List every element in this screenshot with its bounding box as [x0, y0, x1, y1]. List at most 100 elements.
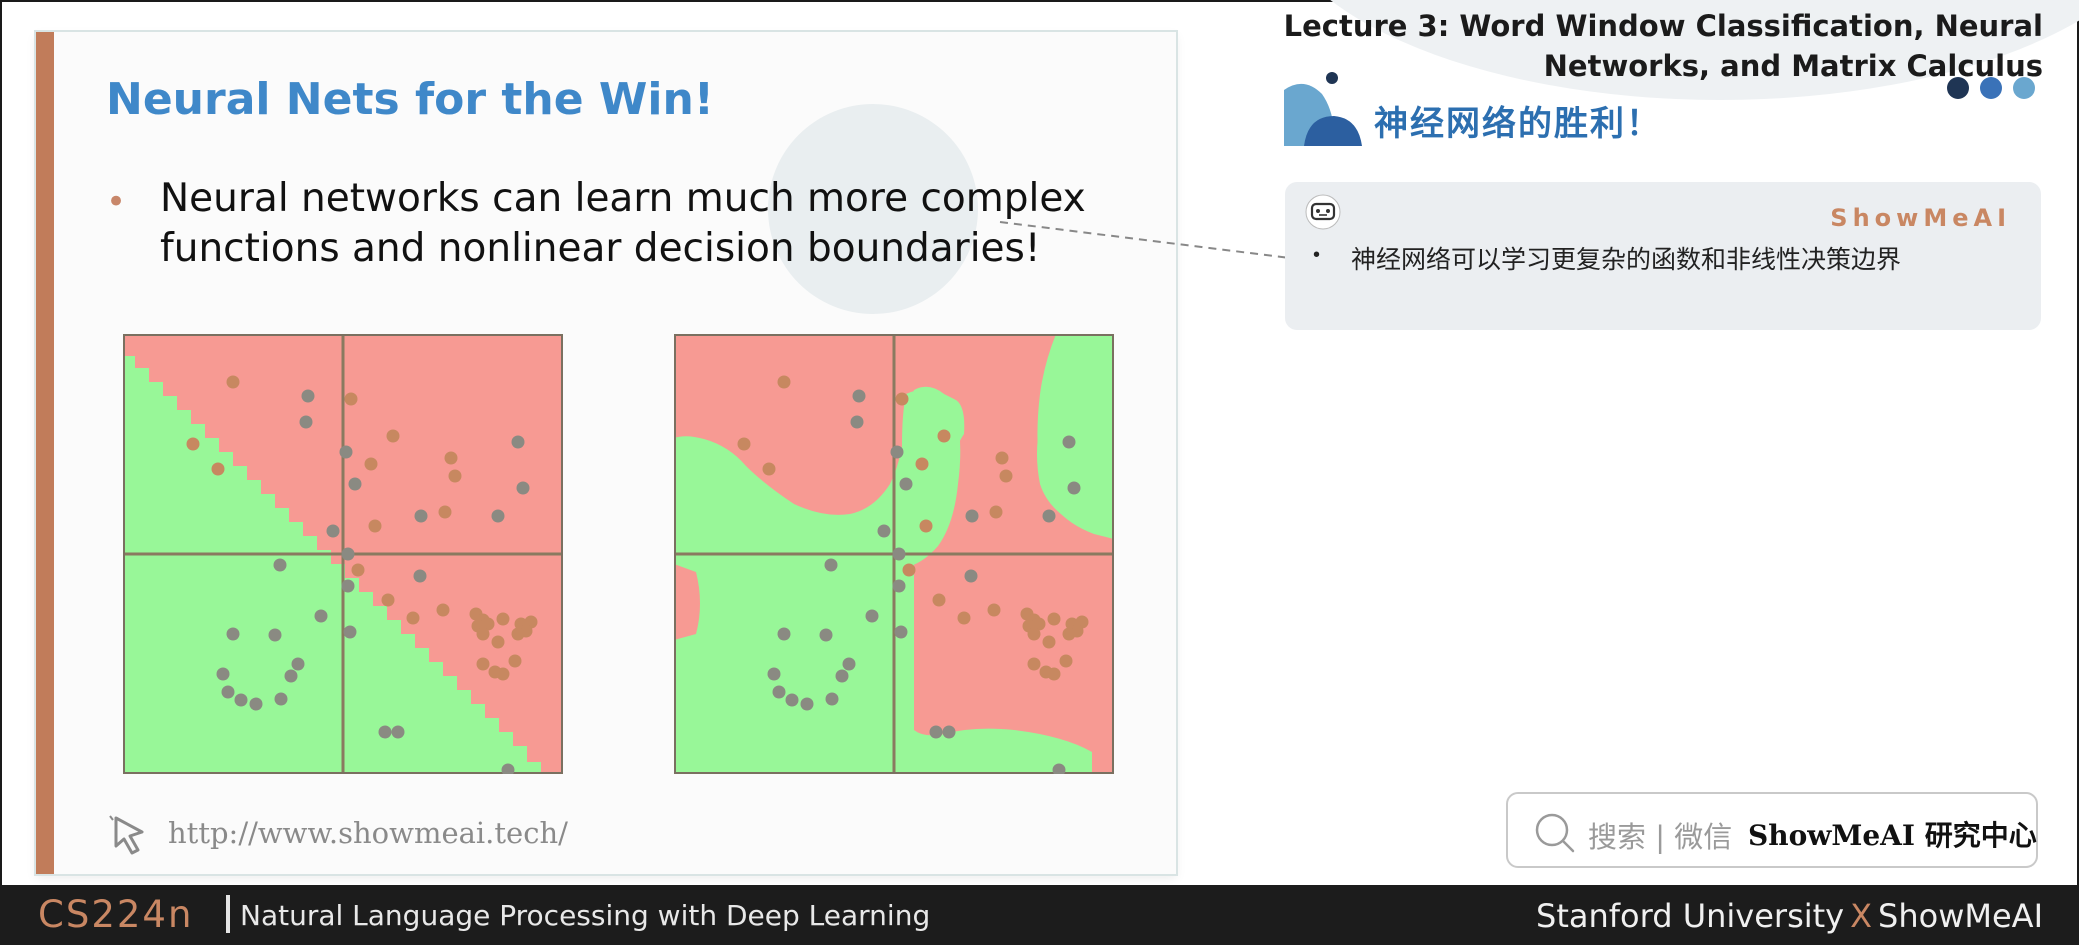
search-brand: ShowMeAI 研究中心 — [1748, 819, 2037, 852]
search-icon — [1535, 813, 1575, 853]
data-point-gray — [249, 697, 263, 711]
header-dot — [1980, 77, 2002, 99]
data-point-orange — [1027, 657, 1041, 671]
data-point-orange — [737, 437, 751, 451]
data-point-orange — [902, 563, 916, 577]
data-point-gray — [348, 477, 362, 491]
lecture-title: Lecture 3: Word Window Classification, N… — [1284, 6, 2043, 86]
data-point-gray — [819, 628, 833, 642]
data-point-gray — [899, 477, 913, 491]
bullet-text: Neural networks can learn much more comp… — [160, 176, 1086, 271]
partner-showmeai: ShowMeAI — [1878, 897, 2043, 935]
linear-boundary-plot — [123, 334, 563, 774]
data-point-orange — [932, 593, 946, 607]
data-point-orange — [1027, 627, 1041, 641]
section-title: 神经网络的胜利！ — [1374, 104, 1662, 144]
data-point-orange — [368, 519, 382, 533]
data-point-gray — [850, 415, 864, 429]
data-point-orange — [364, 457, 378, 471]
source-url[interactable]: http://www.showmeai.tech/ — [168, 816, 568, 850]
data-point-orange — [957, 611, 971, 625]
data-point-gray — [865, 609, 879, 623]
data-point-orange — [438, 505, 452, 519]
data-point-gray — [964, 569, 978, 583]
data-point-gray — [341, 547, 355, 561]
data-point-gray — [291, 657, 305, 671]
search-hint: 搜索 | 微信 — [1588, 820, 1733, 854]
data-point-orange — [511, 627, 525, 641]
footer-bar: CS224n Natural Language Processing with … — [0, 885, 2079, 945]
data-point-orange — [989, 505, 1003, 519]
data-point-orange — [937, 429, 951, 443]
data-point-gray — [378, 725, 392, 739]
data-point-gray — [1042, 509, 1056, 523]
data-point-gray — [890, 445, 904, 459]
data-point-gray — [284, 669, 298, 683]
data-point-gray — [268, 628, 282, 642]
data-point-gray — [339, 445, 353, 459]
data-point-orange — [186, 437, 200, 451]
data-point-orange — [476, 657, 490, 671]
lecture-title-line1: Lecture 3: Word Window Classification, N… — [1283, 9, 2043, 43]
data-point-orange — [762, 462, 776, 476]
data-point-orange — [895, 392, 909, 406]
data-point-orange — [915, 457, 929, 471]
red-sliver-left — [674, 564, 700, 640]
data-point-orange — [226, 375, 240, 389]
data-point-orange — [1047, 612, 1061, 626]
data-point-gray — [965, 509, 979, 523]
data-point-gray — [852, 389, 866, 403]
data-point-orange — [444, 451, 458, 465]
wechat-search-box[interactable]: 搜索 | 微信 ShowMeAI 研究中心 — [1506, 792, 2038, 868]
robot-face-icon — [1305, 194, 1341, 230]
course-code: CS224n — [38, 893, 194, 936]
lecture-title-line2: Networks, and Matrix Calculus — [1543, 49, 2043, 83]
data-point-gray — [942, 725, 956, 739]
partner-stanford: Stanford University — [1536, 897, 1845, 935]
data-point-orange — [448, 469, 462, 483]
data-point-gray — [516, 481, 530, 495]
data-point-gray — [894, 625, 908, 639]
note-bullet-marker: • — [1313, 244, 1321, 266]
data-point-gray — [274, 692, 288, 706]
slide-title: Neural Nets for the Win! — [106, 74, 714, 125]
header-dot — [1947, 77, 1969, 99]
data-point-gray — [1067, 481, 1081, 495]
data-point-orange — [381, 593, 395, 607]
data-point-gray — [824, 558, 838, 572]
data-point-orange — [496, 667, 510, 681]
partner-credit: Stanford University X ShowMeAI — [1536, 897, 2043, 935]
data-point-orange — [386, 429, 400, 443]
data-point-orange — [406, 611, 420, 625]
data-point-orange — [351, 563, 365, 577]
data-point-orange — [508, 654, 522, 668]
data-point-gray — [234, 693, 248, 707]
data-point-orange — [987, 603, 1001, 617]
data-point-gray — [772, 685, 786, 699]
data-point-orange — [476, 627, 490, 641]
data-point-gray — [800, 697, 814, 711]
data-point-gray — [391, 725, 405, 739]
bullet-marker: • — [106, 182, 127, 222]
data-point-gray — [892, 547, 906, 561]
data-point-orange — [344, 392, 358, 406]
data-point-gray — [511, 435, 525, 449]
data-point-orange — [436, 603, 450, 617]
data-point-gray — [825, 692, 839, 706]
data-point-orange — [496, 612, 510, 626]
data-point-orange — [491, 635, 505, 649]
data-point-gray — [777, 627, 791, 641]
data-point-orange — [919, 519, 933, 533]
slide-card: Neural Nets for the Win! • Neural networ… — [36, 32, 1176, 874]
data-point-gray — [299, 415, 313, 429]
slide-accent-bar — [36, 32, 54, 874]
data-point-gray — [216, 667, 230, 681]
data-point-gray — [929, 725, 943, 739]
data-point-gray — [326, 524, 340, 538]
data-point-gray — [877, 524, 891, 538]
data-point-gray — [301, 389, 315, 403]
cursor-click-icon — [109, 815, 144, 855]
data-point-gray — [785, 693, 799, 707]
course-name: Natural Language Processing with Deep Le… — [240, 899, 931, 932]
data-point-gray — [835, 669, 849, 683]
